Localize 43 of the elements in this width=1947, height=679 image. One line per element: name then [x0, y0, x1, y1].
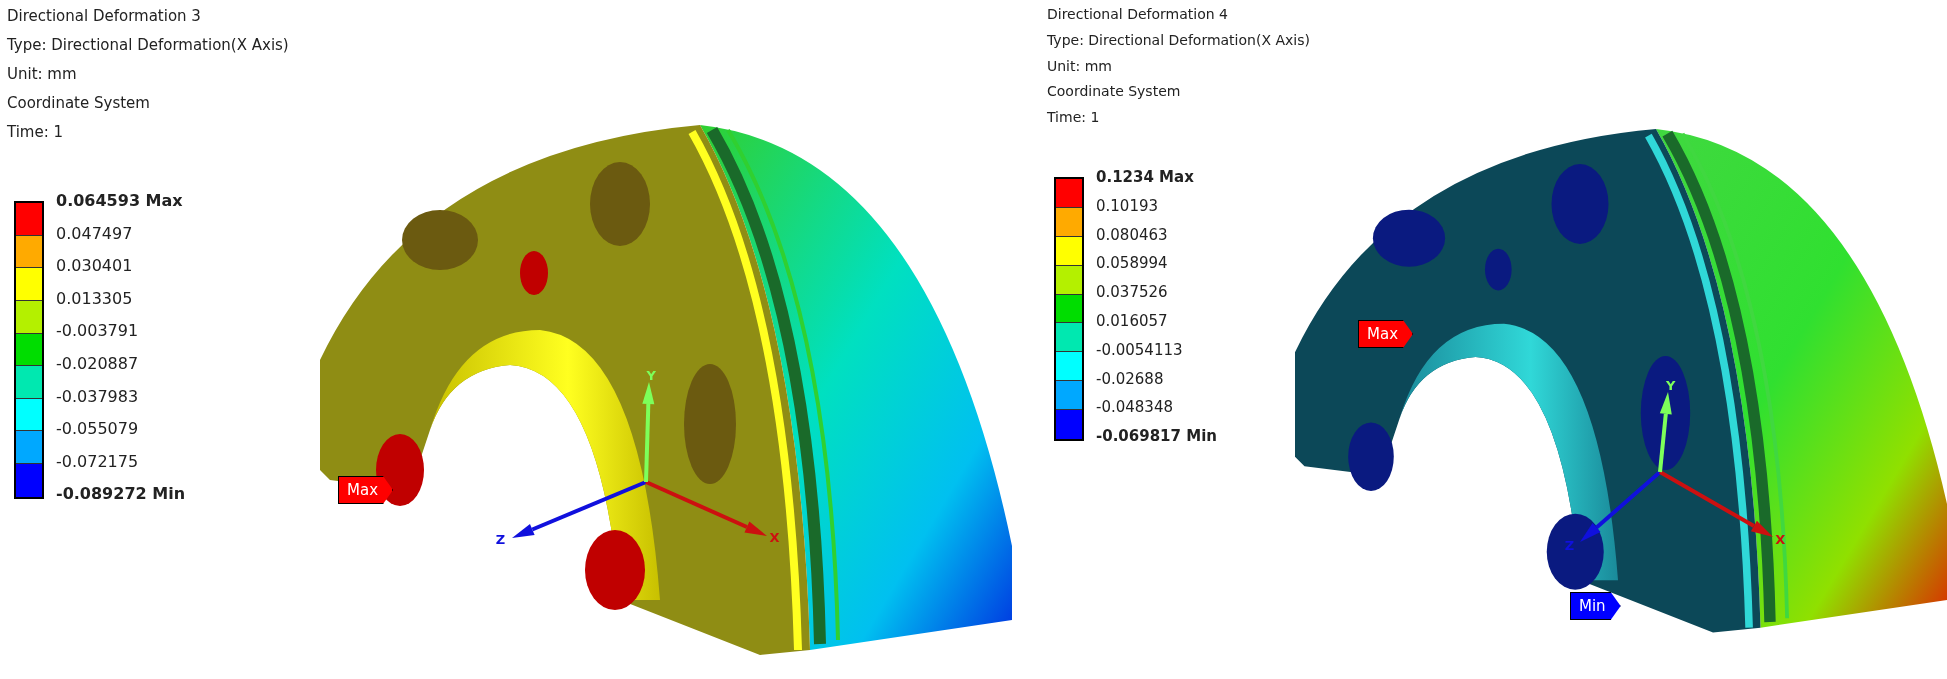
contour-patch	[520, 251, 548, 295]
legend-value: -0.003791	[56, 320, 140, 343]
legend-value: 0.058994	[1096, 253, 1169, 275]
result-info: Time: 1	[7, 122, 65, 143]
result-info: Type: Directional Deformation(X Axis)	[7, 35, 290, 56]
legend-value: 0.037526	[1096, 282, 1169, 304]
legend-value: -0.072175	[56, 450, 140, 473]
legend-value: 0.080463	[1096, 224, 1169, 246]
result-title: Directional Deformation 3	[7, 6, 202, 27]
axis-label: Z	[1564, 537, 1575, 553]
legend-value: -0.055079	[56, 418, 140, 441]
contour-patch	[1348, 422, 1394, 491]
legend-value: -0.089272 Min	[56, 483, 185, 506]
max-probe-label: Max	[1358, 320, 1413, 348]
legend-value: -0.037983	[56, 385, 140, 408]
result-info: Unit: mm	[1047, 56, 1113, 76]
legend-value: 0.030401	[56, 255, 134, 278]
result-info: Unit: mm	[7, 64, 78, 85]
result-info: Coordinate System	[7, 93, 151, 114]
result-info: Time: 1	[1047, 108, 1101, 128]
axis-label: Y	[1665, 378, 1676, 394]
min-probe-label: Min	[1570, 592, 1621, 620]
axis-label: X	[1775, 532, 1786, 547]
legend-value: 0.064593 Max	[56, 190, 184, 212]
legend-value: 0.10193	[1096, 195, 1160, 217]
legend-value: 0.1234 Max	[1096, 167, 1195, 188]
axis-label: Y	[646, 368, 656, 383]
axis-label: X	[769, 530, 780, 546]
legend-value: -0.0054113	[1096, 339, 1184, 361]
legend-value: -0.069817 Min	[1096, 426, 1217, 448]
axis-label: Z	[495, 532, 506, 548]
max-probe-label: Max	[338, 476, 393, 504]
contour-patch	[376, 434, 424, 506]
legend-value: -0.020887	[56, 352, 140, 375]
contour-patch	[1485, 248, 1512, 291]
result-title: Directional Deformation 4	[1047, 5, 1229, 24]
legend-value: 0.016057	[1096, 310, 1169, 332]
result-info: Coordinate System	[1047, 82, 1182, 102]
result-info: Type: Directional Deformation(X Axis)	[1047, 30, 1311, 50]
legend-value: -0.048348	[1096, 397, 1174, 419]
legend-value: -0.02688	[1096, 368, 1165, 390]
legend-value: 0.013305	[56, 287, 134, 310]
legend-value: 0.047497	[56, 222, 134, 245]
